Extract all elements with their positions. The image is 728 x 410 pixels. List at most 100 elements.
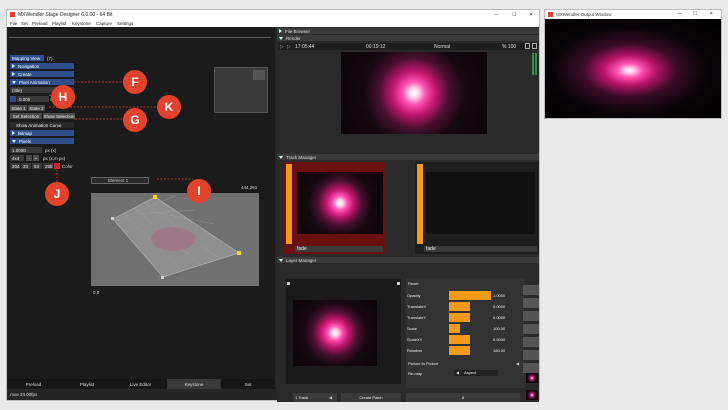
remap-select[interactable]: Aspect [454,370,498,376]
menu-keystone[interactable]: Keystone [72,21,91,26]
layer-manager-header[interactable]: Layer Manager [277,257,539,263]
tab-preload[interactable]: Preload [7,379,60,389]
property-value: 0.5000 [493,337,506,342]
tab-live-editor[interactable]: Live Editor [114,379,167,389]
menu-set[interactable]: Set [21,21,28,26]
track-2-level[interactable] [417,164,423,244]
corner-handle[interactable] [397,282,400,285]
window-title: MXWendler Stage Designer 6.0.00 - 64 Bit [18,12,113,18]
menu-file[interactable]: File [10,21,17,26]
create-patch-button[interactable]: Create Patch [341,393,401,402]
property-row-rotation[interactable]: Rotation 180.00 [406,345,526,356]
main-window: MXWendler Stage Designer 6.0.00 - 64 Bit… [6,9,540,402]
expand-icon [279,29,282,33]
chevron-left-icon[interactable]: ◀ [329,395,332,400]
property-row-opacity[interactable]: Opacity 1.0000 [406,290,526,301]
property-row-translatex[interactable]: TranslateX 0.0000 [406,301,526,312]
minimize-icon[interactable]: — [494,12,499,18]
property-value: 100.00 [493,326,506,331]
track-2-thumbnail [426,172,535,234]
layer-thumbnail-small[interactable] [526,373,538,383]
track-manager-header[interactable]: Track Manager [277,154,539,160]
property-label: TranslateX [407,304,427,309]
property-slider-fill[interactable] [449,324,460,333]
track-1-thumbnail [297,172,383,234]
play-icon[interactable]: ▷ [280,44,284,50]
collapse-icon [279,36,283,40]
file-browser-header[interactable]: File Browser [277,28,539,34]
render-header[interactable]: Render [277,35,539,41]
render-preview[interactable] [341,52,487,134]
close-render-icon[interactable] [532,43,537,49]
close-icon[interactable]: ✕ [529,12,533,18]
property-slider-fill[interactable] [449,335,470,344]
stop-icon[interactable]: ▷ [287,44,291,50]
property-slider-fill[interactable] [449,291,491,300]
minimize-icon[interactable]: — [677,11,682,17]
property-value: 180.00 [493,348,506,353]
fullscreen-icon[interactable] [525,43,530,49]
property-slider-fill[interactable] [449,346,470,355]
property-slider-fill[interactable] [449,302,470,311]
bottom-tabs: Preload Playlist Live Editor Keystone Se… [7,379,275,389]
track-1[interactable]: fade [284,162,385,254]
corner-handle[interactable] [287,282,290,285]
level-meter [535,53,537,75]
close-icon[interactable]: ✕ [709,11,713,17]
track-2-name: fade [424,246,537,252]
menu-preload[interactable]: Preload [32,21,48,26]
layer-preview-area[interactable] [286,279,401,384]
right-pane: File Browser Render ▷ ▷ 17:05:44 00:19:1… [277,27,539,402]
app-logo-icon [548,12,553,17]
side-buttons [523,285,539,385]
output-title: MXWendler Output Window [556,12,612,17]
callout-j: J [45,182,69,206]
property-label: TranslateY [407,315,427,320]
callout-f: F [123,70,147,94]
title-bar: MXWendler Stage Designer 6.0.00 - 64 Bit… [7,10,539,20]
app-logo-icon [10,12,15,17]
tab-playlist[interactable]: Playlist [60,379,114,389]
property-label: Opacity [407,293,421,298]
remap-label: Re-map [408,371,423,376]
canvas-coord-bottom: 0,0 [93,290,100,295]
property-slider-fill[interactable] [449,313,470,322]
property-label: ScaleXY [407,337,423,342]
property-row-translatey[interactable]: TranslateY 0.0000 [406,312,526,323]
render-mode: Normal [434,44,451,50]
property-value: 0.0000 [493,304,506,309]
reset-button[interactable]: Reset [408,281,418,286]
mapping-pane: Mapping View (7) Navigation Create Pixel… [7,27,275,389]
render-percent: % 100 [502,44,517,50]
property-row-scalexy[interactable]: ScaleXY 0.5000 [406,334,526,345]
layer-thumbnail-small[interactable] [526,390,538,400]
maximize-icon[interactable]: ☐ [512,12,516,18]
maximize-icon[interactable]: ☐ [693,11,697,17]
menu-capture[interactable]: Capture [96,21,112,26]
tab-set[interactable]: Set [221,379,275,389]
track-1-name: fade [295,246,383,252]
callout-h: H [51,85,75,109]
remaining-time: 00:19:12 [366,44,386,50]
number-field[interactable]: 8 [406,393,520,402]
status-bar: .mxe 24.00fps [9,392,38,397]
property-value: 0.0000 [493,315,506,320]
callout-i: I [187,179,211,203]
property-list: Opacity 1.0000 TranslateX 0.0000 TranslateY 0… [406,290,524,360]
menu-settings[interactable]: Settings [117,21,133,26]
elapsed-time: 17:05:44 [295,44,315,50]
property-row-scale[interactable]: Scale 100.00 [406,323,526,334]
transport-bar: ▷ ▷ 17:05:44 00:19:12 Normal % 100 [278,43,538,50]
chevron-left-icon[interactable]: ◀ [516,361,519,366]
output-title-bar: MXWendler Output Window — ☐ ✕ [545,10,721,19]
callout-g: G [123,108,147,132]
layer-preview [293,300,377,366]
layer-properties: Reset Opacity 1.0000 TranslateX 0.0000 Trans… [406,278,524,388]
track-1-level[interactable] [286,164,292,244]
track-2[interactable]: fade [415,162,539,254]
tab-keystone[interactable]: Keystone [167,379,221,389]
menu-playlist[interactable]: Playlist [52,21,66,26]
property-label: Rotation [407,348,422,353]
chevron-left-icon[interactable]: ◀ [456,370,459,375]
output-preview [545,19,721,118]
